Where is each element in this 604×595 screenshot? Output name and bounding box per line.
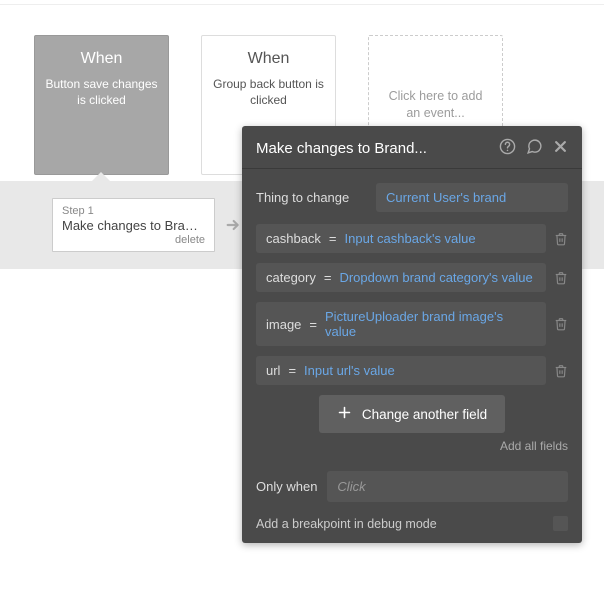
event-pointer [92,172,110,181]
trash-icon[interactable] [554,232,568,246]
arrow-right-icon [225,217,241,233]
step-label: Step 1 [62,205,205,217]
field-key: category [266,270,316,285]
event-when-label: When [45,50,158,68]
field-assignment-url[interactable]: url = Input url's value [256,356,546,385]
property-editor-panel: Make changes to Brand... Thing to change… [242,126,582,543]
thing-to-change-label: Thing to change [256,190,366,205]
equals-sign: = [309,317,317,332]
thing-to-change-value[interactable]: Current User's brand [376,183,568,212]
field-assignment-category[interactable]: category = Dropdown brand category's val… [256,263,546,292]
field-value[interactable]: PictureUploader brand image's value [325,309,536,339]
panel-body: Thing to change Current User's brand cas… [242,169,582,543]
trash-icon[interactable] [554,317,568,331]
only-when-input[interactable]: Click [327,471,568,502]
field-value[interactable]: Dropdown brand category's value [339,270,532,285]
add-all-fields-link[interactable]: Add all fields [256,439,568,453]
field-value[interactable]: Input url's value [304,363,395,378]
close-icon[interactable] [553,139,568,157]
equals-sign: = [329,231,337,246]
change-another-field-label: Change another field [362,407,487,422]
only-when-label: Only when [256,479,317,494]
comment-icon[interactable] [526,138,543,158]
change-another-field-button[interactable]: Change another field [319,395,505,433]
field-assignment-image[interactable]: image = PictureUploader brand image's va… [256,302,546,346]
step-card[interactable]: Step 1 Make changes to Brand... delete [52,198,215,252]
field-key: url [266,363,280,378]
event-description: Button save changes is clicked [45,76,158,108]
trash-icon[interactable] [554,271,568,285]
panel-header[interactable]: Make changes to Brand... [242,126,582,169]
step-title: Make changes to Brand... [62,218,205,233]
event-description: Group back button is clicked [212,76,325,108]
add-event-placeholder: Click here to add an event... [387,88,484,123]
field-key: image [266,317,301,332]
event-box-save-changes[interactable]: When Button save changes is clicked [34,35,169,175]
step-delete-link[interactable]: delete [62,234,205,246]
breakpoint-label: Add a breakpoint in debug mode [256,517,437,531]
field-value[interactable]: Input cashback's value [345,231,476,246]
equals-sign: = [324,270,332,285]
event-when-label: When [212,50,325,68]
plus-icon [337,405,352,423]
equals-sign: = [288,363,296,378]
help-icon[interactable] [499,138,516,158]
breakpoint-checkbox[interactable] [553,516,568,531]
field-assignment-cashback[interactable]: cashback = Input cashback's value [256,224,546,253]
field-key: cashback [266,231,321,246]
panel-title: Make changes to Brand... [256,140,427,157]
trash-icon[interactable] [554,364,568,378]
